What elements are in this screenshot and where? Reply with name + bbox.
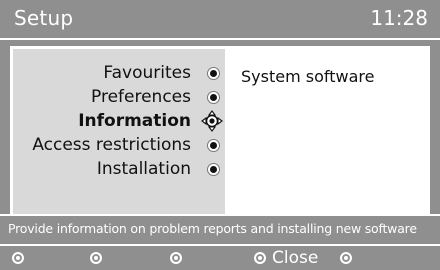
main-menu: Favourites Preferences Information Acces… (13, 49, 225, 215)
color-key-1[interactable] (12, 249, 30, 267)
menu-item-information[interactable]: Information (78, 109, 191, 133)
menu-panel: Favourites Preferences Information Acces… (10, 46, 430, 218)
submenu-panel: System software (227, 49, 427, 215)
menu-item-installation[interactable]: Installation (97, 157, 191, 181)
menu-item-access-restrictions[interactable]: Access restrictions (32, 133, 191, 157)
color-key-dot-icon (90, 252, 102, 264)
color-key-dot-icon (254, 252, 266, 264)
menu-item-favourites[interactable]: Favourites (103, 61, 191, 85)
tv-setup-screen: Setup 11:28 Favourites Preferences Infor… (0, 0, 440, 270)
radio-bullet-icon (210, 94, 217, 101)
menu-item-preferences[interactable]: Preferences (91, 85, 191, 109)
color-key-dot-icon (340, 252, 352, 264)
radio-bullet-icon (210, 142, 217, 149)
close-label: Close (272, 248, 319, 268)
close-button[interactable]: Close (254, 249, 318, 267)
color-key-2[interactable] (90, 249, 108, 267)
color-key-bar: Close (0, 244, 440, 270)
navigation-cross-icon (201, 110, 223, 132)
radio-bullet-icon (210, 166, 217, 173)
color-key-5[interactable] (340, 249, 358, 267)
color-key-dot-icon (170, 252, 182, 264)
radio-bullet-icon (210, 70, 217, 77)
color-key-3[interactable] (170, 249, 188, 267)
info-bar: Provide information on problem reports a… (0, 214, 440, 244)
header-bar: Setup 11:28 (0, 0, 440, 40)
info-text: Provide information on problem reports a… (8, 221, 417, 236)
page-title: Setup (14, 6, 74, 30)
clock: 11:28 (370, 6, 428, 30)
color-key-dot-icon (12, 252, 24, 264)
submenu-item-system-software[interactable]: System software (241, 67, 374, 86)
